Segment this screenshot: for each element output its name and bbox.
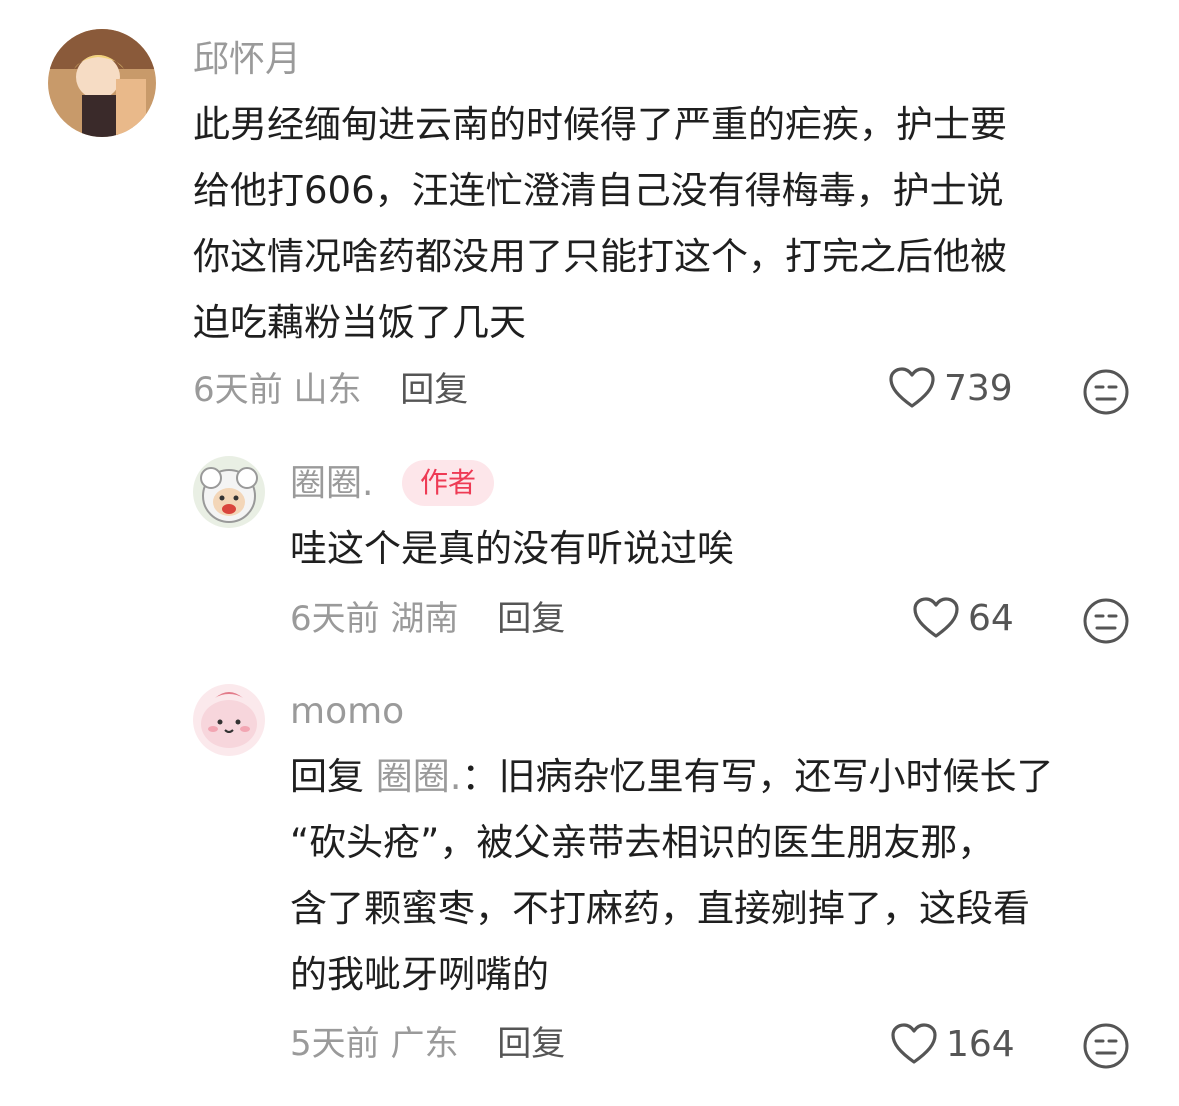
comment-meta: 6天前 湖南 回复 — [290, 597, 565, 641]
comment-text: 哇这个是真的没有听说过唉 — [290, 516, 1130, 582]
comment-line: 迫吃藕粉当饭了几天 — [193, 301, 526, 344]
heart-outline-icon — [889, 367, 935, 408]
meh-face-icon[interactable] — [1082, 597, 1130, 645]
avatar[interactable] — [193, 456, 265, 528]
avatar[interactable] — [48, 29, 156, 137]
meh-face-icon[interactable] — [1082, 368, 1130, 416]
comment-line: 含了颗蜜枣，不打麻药，直接剜掉了，这段看 — [290, 887, 1030, 930]
avatar[interactable] — [193, 684, 265, 756]
like-button[interactable]: 164 — [890, 1022, 1015, 1066]
reply-to-username[interactable]: 圈圈. — [376, 755, 462, 798]
reply-button[interactable]: 回复 — [497, 1024, 565, 1064]
comment-time: 5天前 — [290, 1024, 380, 1064]
comment-time: 6天前 — [193, 370, 283, 410]
like-button[interactable]: 739 — [888, 366, 1013, 410]
like-count: 164 — [946, 1023, 1015, 1065]
heart-outline-icon — [913, 597, 959, 638]
like-button[interactable]: 64 — [912, 596, 1014, 640]
comment-username[interactable]: momo — [290, 690, 404, 734]
comment-username[interactable]: 圈圈. — [290, 462, 373, 506]
comment-line: 你这情况啥药都没用了只能打这个，打完之后他被 — [193, 235, 1007, 278]
like-count: 64 — [968, 597, 1014, 639]
reply-button[interactable]: 回复 — [400, 370, 468, 410]
comment-line: 的我呲牙咧嘴的 — [290, 953, 549, 996]
heart-outline-icon — [891, 1023, 937, 1064]
comment-line: 此男经缅甸进云南的时候得了严重的疟疾，护士要 — [193, 103, 1007, 146]
comment-username[interactable]: 邱怀月 — [193, 38, 301, 82]
comment-line-rest: 旧病杂忆里有写，还写小时候长了 — [498, 755, 1054, 798]
comment-location: 广东 — [390, 1024, 459, 1064]
comment-location: 湖南 — [390, 599, 459, 639]
comment-line: “砍头疮”，被父亲带去相识的医生朋友那， — [290, 821, 995, 864]
comment-text: 回复 圈圈.：旧病杂忆里有写，还写小时候长了 “砍头疮”，被父亲带去相识的医生朋… — [290, 744, 1150, 1008]
reply-button[interactable]: 回复 — [497, 599, 565, 639]
reply-prefix: 回复 — [290, 755, 364, 798]
comment-meta: 6天前 山东 回复 — [193, 368, 468, 412]
comment-line: 给他打606，汪连忙澄清自己没有得梅毒，护士说 — [193, 169, 1004, 212]
comment-text: 此男经缅甸进云南的时候得了严重的疟疾，护士要 给他打606，汪连忙澄清自己没有得… — [193, 92, 1133, 356]
comment-line: 哇这个是真的没有听说过唉 — [290, 527, 734, 570]
meh-face-icon[interactable] — [1082, 1022, 1130, 1070]
comment-meta: 5天前 广东 回复 — [290, 1022, 565, 1066]
comment-location: 山东 — [293, 370, 362, 410]
comment-time: 6天前 — [290, 599, 380, 639]
author-badge: 作者 — [402, 460, 495, 506]
reply-colon: ： — [461, 755, 499, 798]
comment-line: 回复 圈圈.：旧病杂忆里有写，还写小时候长了 — [290, 744, 1150, 810]
like-count: 739 — [944, 367, 1013, 409]
